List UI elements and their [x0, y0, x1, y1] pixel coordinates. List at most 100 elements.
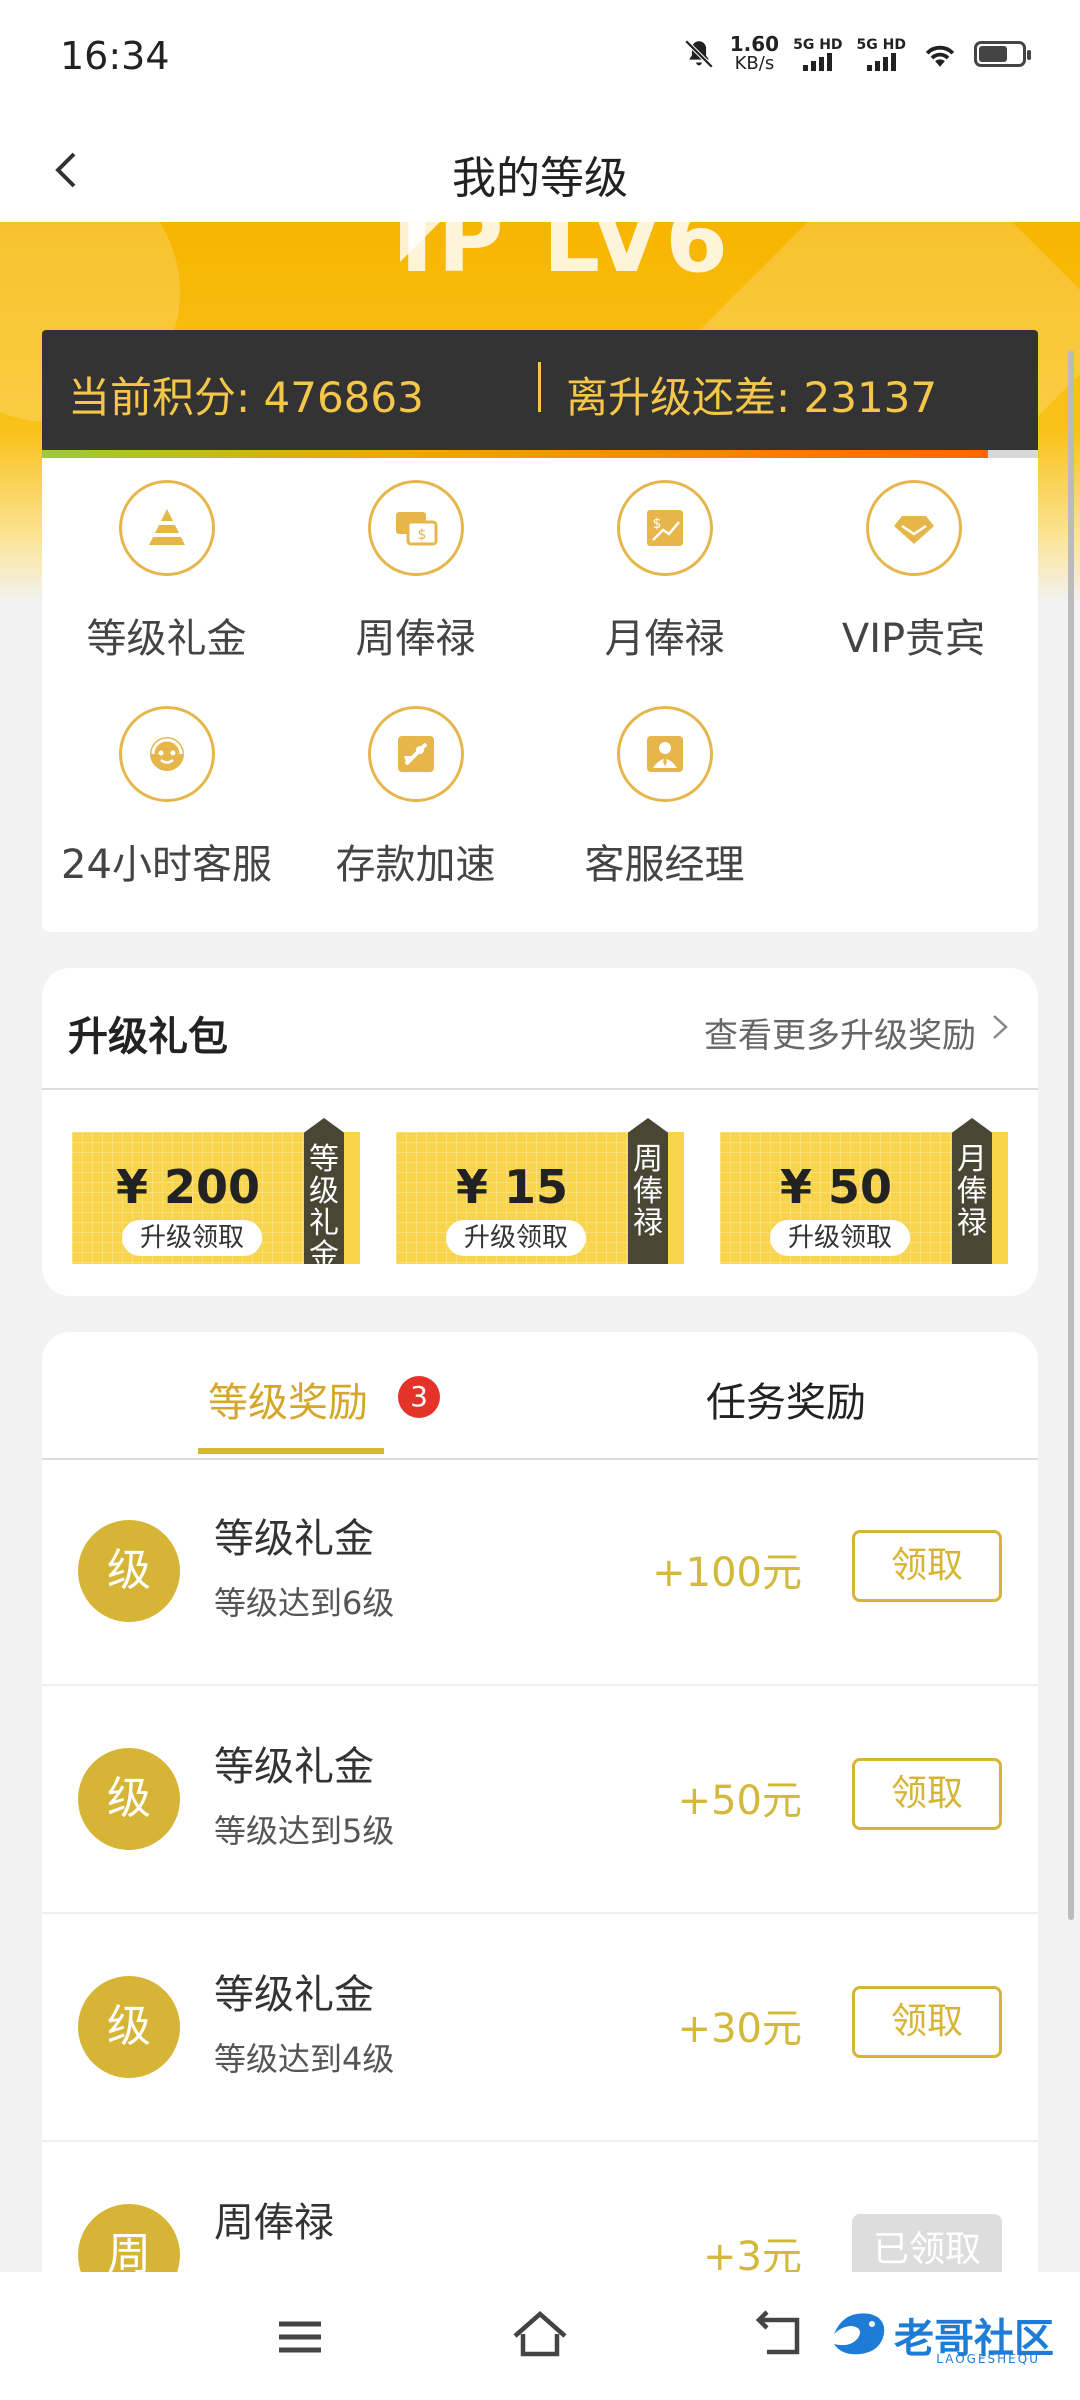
claim-button[interactable]: 领取 — [852, 1758, 1002, 1830]
claim-button[interactable]: 领取 — [852, 1986, 1002, 2058]
privilege-customer-service[interactable]: 24小时客服 — [42, 684, 291, 904]
diamond-icon — [866, 480, 962, 576]
reward-desc: 等级达到4级 — [214, 2040, 395, 2078]
points-separator — [538, 362, 541, 412]
header: 我的等级 — [0, 120, 1080, 222]
level-progress-bar — [42, 450, 1038, 458]
system-nav-bar: 老哥社区 LAOGESHEQU — [0, 2272, 1080, 2400]
coupon-strip — [668, 1132, 684, 1264]
watermark: 老哥社区 LAOGESHEQU — [824, 2296, 1054, 2376]
signal-2: 5G HD — [857, 37, 906, 71]
reward-amount: +100元 — [652, 1550, 802, 1596]
status-bar: 16:34 1.60 KB/s 5G HD 5G HD — [0, 0, 1080, 120]
reward-avatar: 级 — [78, 1976, 180, 2078]
privilege-account-manager[interactable]: 客服经理 — [540, 684, 789, 904]
coupon-tag: 等级礼金 — [304, 1118, 344, 1264]
network-speed: 1.60 KB/s — [730, 34, 779, 74]
privilege-vip[interactable]: VIP贵宾 — [789, 458, 1038, 678]
claim-button[interactable]: 领取 — [852, 1530, 1002, 1602]
reward-title: 等级礼金 — [214, 1972, 374, 2018]
coupon-amount: ¥ 200 — [115, 1160, 261, 1214]
privilege-label: 客服经理 — [584, 842, 745, 888]
rocket-icon — [368, 706, 464, 802]
menu-icon[interactable] — [265, 2302, 335, 2372]
net-label-1: 5G HD — [793, 37, 843, 53]
level-progress-fill — [42, 450, 989, 458]
privilege-label: 等级礼金 — [86, 616, 247, 662]
headset-icon — [119, 706, 215, 802]
reward-title: 等级礼金 — [214, 1744, 374, 1790]
tab-badge: 3 — [398, 1376, 440, 1418]
gift-divider — [42, 1088, 1038, 1090]
privilege-monthly-salary[interactable]: $ 月俸禄 — [540, 458, 789, 678]
tab-task-rewards[interactable]: 任务奖励 — [706, 1370, 866, 1428]
page-title: 我的等级 — [452, 153, 628, 204]
coupon-subtitle: 升级领取 — [122, 1220, 262, 1256]
privilege-label: 周俸禄 — [355, 616, 476, 662]
points-bar: 当前积分: 476863 离升级还差: 23137 — [42, 330, 1038, 450]
reward-avatar: 级 — [78, 1520, 180, 1622]
scrollbar[interactable] — [1068, 350, 1074, 1920]
reward-amount: +50元 — [677, 1778, 802, 1824]
tab-active-indicator — [198, 1448, 384, 1454]
coupon-monthly-salary[interactable]: ¥ 50 升级领取 月俸禄 — [720, 1118, 1008, 1264]
dragon-logo-icon — [834, 2313, 885, 2355]
coupon-tag: 月俸禄 — [952, 1118, 992, 1264]
coupon-level-bonus[interactable]: ¥ 200 升级领取 等级礼金 — [72, 1118, 360, 1264]
coupon-strip — [992, 1132, 1008, 1264]
net-label-2: 5G HD — [856, 37, 906, 53]
points-remaining: 离升级还差: 23137 — [566, 373, 938, 422]
signal-bars-icon — [857, 53, 906, 71]
privilege-label: VIP贵宾 — [841, 616, 986, 662]
reward-desc: 等级达到5级 — [214, 1812, 395, 1850]
privilege-label: 24小时客服 — [61, 842, 272, 888]
manager-icon — [617, 706, 713, 802]
wifi-icon — [925, 45, 955, 67]
privilege-deposit-boost[interactable]: 存款加速 — [291, 684, 540, 904]
coupon-tag: 周俸禄 — [628, 1118, 668, 1264]
chevron-right-icon[interactable] — [984, 1012, 1014, 1042]
coupon-amount: ¥ 15 — [455, 1160, 569, 1214]
coupon-weekly-salary[interactable]: ¥ 15 升级领取 周俸禄 — [396, 1118, 684, 1264]
privileges-grid: 等级礼金 $ 周俸禄 $ 月俸禄 VIP贵宾 24小时客服 存款加速 客服经理 — [42, 458, 1038, 932]
monthly-salary-icon: $ — [617, 480, 713, 576]
reward-amount: +30元 — [677, 2006, 802, 2052]
pyramid-icon — [119, 480, 215, 576]
reward-row: 级 等级礼金 等级达到4级 +30元 领取 — [42, 1916, 1038, 2142]
reward-avatar: 级 — [78, 1748, 180, 1850]
privilege-label: 月俸禄 — [604, 616, 725, 662]
reward-desc: 等级达到6级 — [214, 1584, 395, 1622]
speed-value: 1.60 — [729, 32, 780, 56]
gift-title: 升级礼包 — [68, 1014, 228, 1060]
coupon-body: ¥ 50 升级领取 — [720, 1132, 952, 1264]
coupon-strip — [344, 1132, 360, 1264]
speed-unit: KB/s — [734, 53, 775, 74]
mute-icon — [684, 39, 713, 69]
coupon-body: ¥ 15 升级领取 — [396, 1132, 628, 1264]
home-icon[interactable] — [505, 2302, 575, 2372]
reward-title: 等级礼金 — [214, 1516, 374, 1562]
battery-icon — [974, 41, 1031, 67]
current-points: 当前积分: 476863 — [68, 373, 424, 422]
weekly-salary-icon: $ — [368, 480, 464, 576]
coupon-subtitle: 升级领取 — [446, 1220, 586, 1256]
coupon-subtitle: 升级领取 — [770, 1220, 910, 1256]
privilege-level-bonus[interactable]: 等级礼金 — [42, 458, 291, 678]
tab-level-rewards[interactable]: 等级奖励 — [208, 1370, 368, 1428]
rewards-card: 等级奖励 3 任务奖励 级 等级礼金 等级达到6级 +100元 领取 级 等级礼… — [42, 1332, 1038, 2400]
privilege-weekly-salary[interactable]: $ 周俸禄 — [291, 458, 540, 678]
coupon-body: ¥ 200 升级领取 — [72, 1132, 304, 1264]
signal-1: 5G HD — [793, 37, 843, 71]
svg-text:$: $ — [653, 516, 662, 532]
svg-text:$: $ — [418, 527, 427, 543]
reward-row: 级 等级礼金 等级达到5级 +50元 领取 — [42, 1688, 1038, 1914]
reward-title: 周俸禄 — [214, 2200, 334, 2246]
reward-row: 级 等级礼金 等级达到6级 +100元 领取 — [42, 1460, 1038, 1686]
more-rewards-link[interactable]: 查看更多升级奖励 — [704, 1008, 976, 1057]
watermark-subtext: LAOGESHEQU — [936, 2352, 1040, 2366]
vip-level-text: IP LV6 — [400, 222, 733, 293]
upgrade-gift-card: 升级礼包 查看更多升级奖励 ¥ 200 升级领取 等级礼金 ¥ 15 升级领取 … — [42, 968, 1038, 1296]
signal-bars-icon — [793, 53, 842, 71]
privilege-label: 存款加速 — [335, 842, 496, 888]
back-nav-icon[interactable] — [745, 2302, 815, 2372]
